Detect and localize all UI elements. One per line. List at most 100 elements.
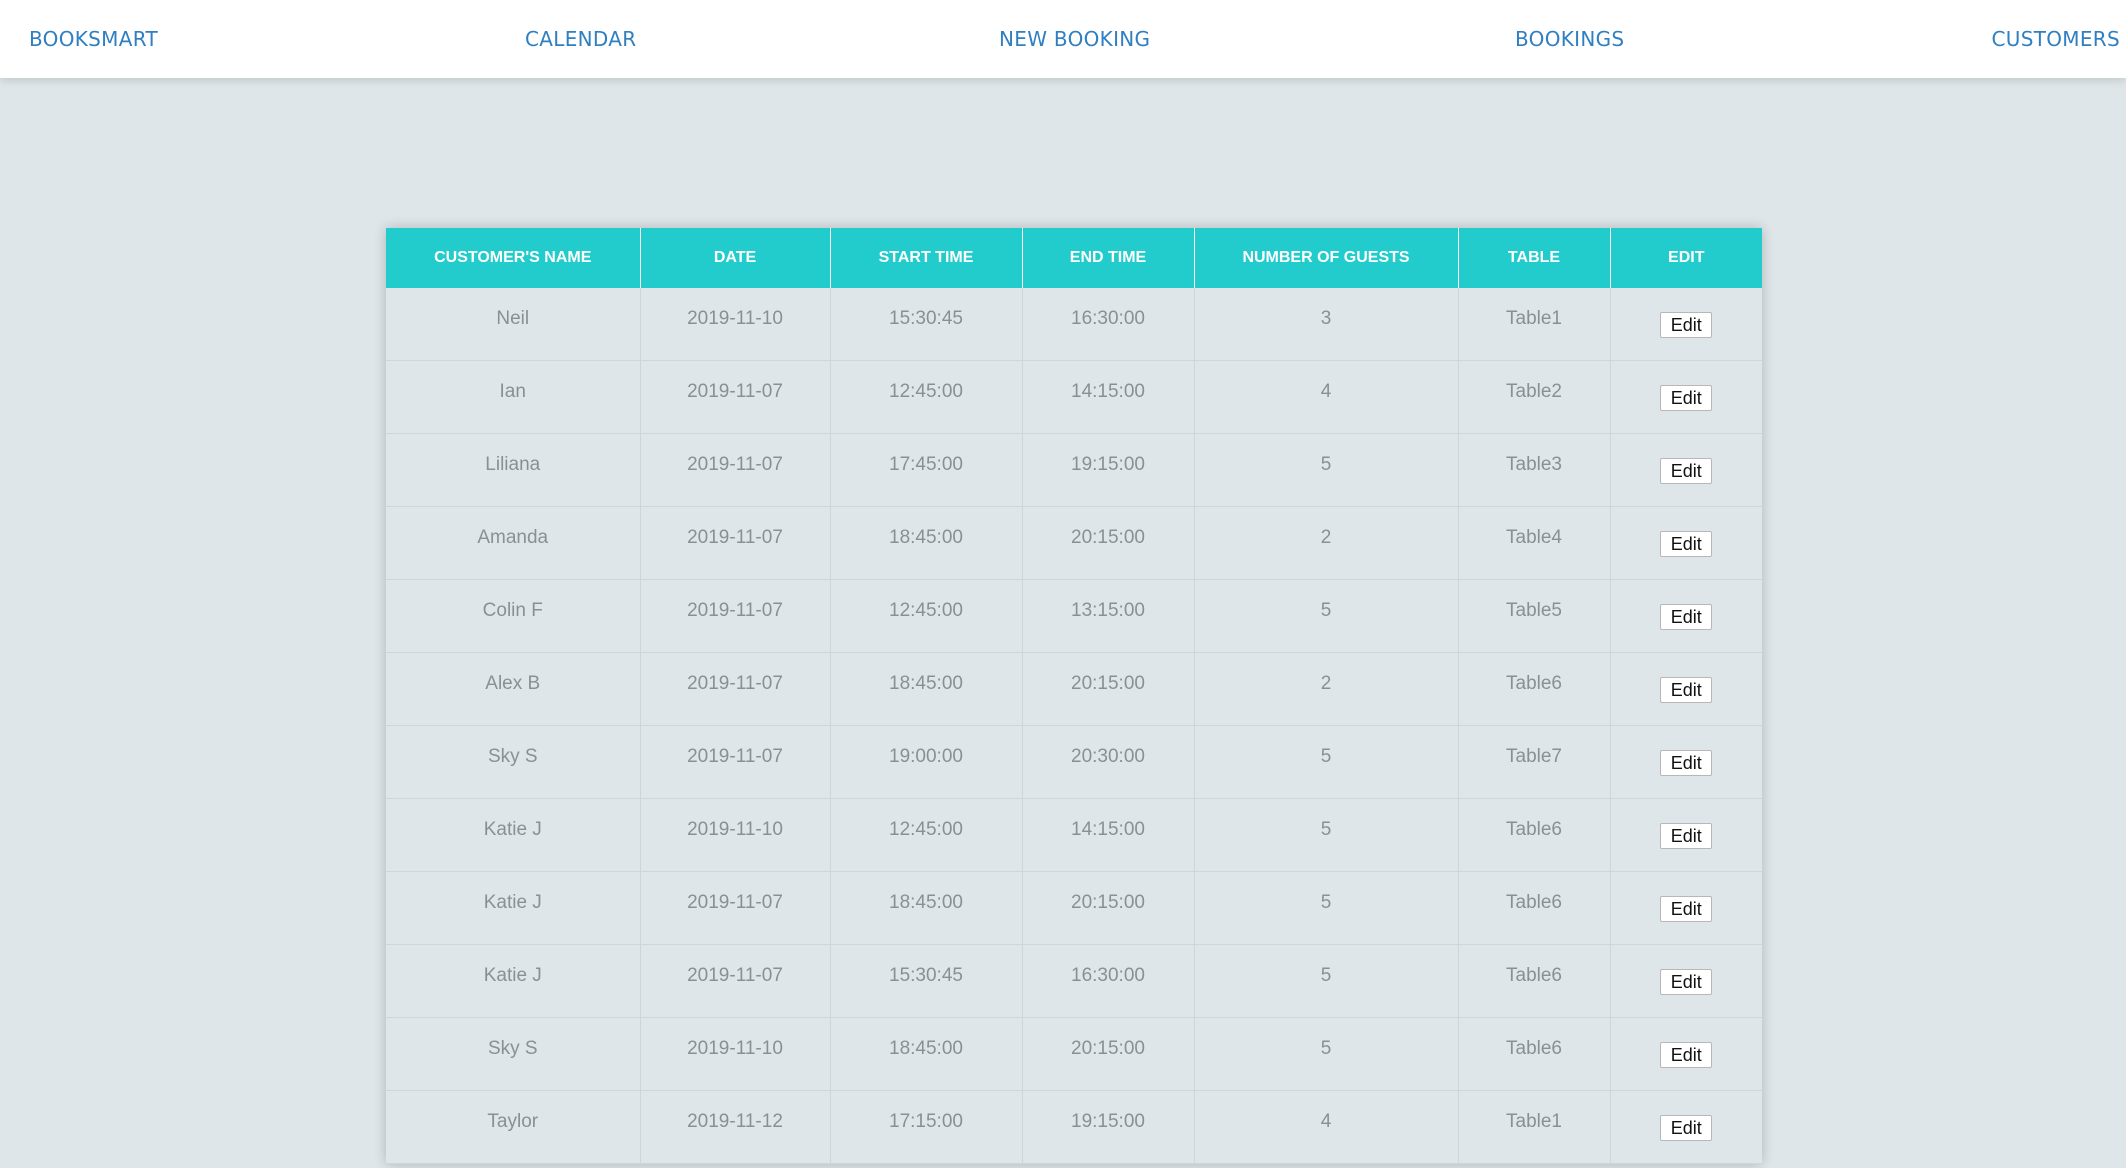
nav-calendar-link[interactable]: CALENDAR [525,26,636,52]
date-cell: 2019-11-07 [640,360,831,434]
edit-cell: Edit [1610,944,1762,1018]
start-time-cell: 18:45:00 [830,652,1023,726]
edit-button[interactable]: Edit [1660,458,1713,484]
customer-name-text: Amanda [477,527,549,548]
table-text: Table6 [1506,673,1562,694]
start-time-text: 12:45:00 [889,600,963,621]
customer-name-cell: Katie J [386,944,641,1018]
edit-button[interactable]: Edit [1660,1115,1713,1141]
table-cell: Table6 [1458,1017,1611,1091]
edit-button[interactable]: Edit [1660,312,1713,338]
start-time-text: 15:30:45 [889,308,963,329]
start-time-text: 15:30:45 [889,965,963,986]
end-time-cell: 16:30:00 [1022,288,1195,361]
bookings-table-container: CUSTOMER'S NAME DATE START TIME END TIME… [386,228,1762,1164]
date-text: 2019-11-12 [687,1111,783,1132]
header-start-time: START TIME [830,228,1023,288]
customer-name-text: Alex B [485,673,541,694]
start-time-cell: 12:45:00 [830,360,1023,434]
customer-name-cell: Ian [386,360,641,434]
nav-new-booking-link[interactable]: NEW BOOKING [999,26,1150,52]
edit-button[interactable]: Edit [1660,750,1713,776]
end-time-cell: 20:15:00 [1022,506,1195,580]
start-time-text: 17:15:00 [889,1111,963,1132]
end-time-text: 20:15:00 [1071,673,1145,694]
edit-cell: Edit [1610,1017,1762,1091]
edit-button[interactable]: Edit [1660,823,1713,849]
date-cell: 2019-11-07 [640,579,831,653]
start-time-text: 18:45:00 [889,527,963,548]
edit-cell: Edit [1610,360,1762,434]
table-cell: Table1 [1458,288,1611,361]
end-time-cell: 13:15:00 [1022,579,1195,653]
table-body: Neil 2019-11-10 15:30:45 16:30:00 3 Table1 Edi… [386,288,1762,1164]
table-row: Sky S 2019-11-07 19:00:00 20:30:00 5 Table7 Ed… [386,725,1762,799]
edit-button[interactable]: Edit [1660,385,1713,411]
end-time-cell: 20:30:00 [1022,725,1195,799]
guests-cell: 5 [1194,871,1459,945]
guests-text: 5 [1320,746,1332,767]
edit-button[interactable]: Edit [1660,896,1713,922]
edit-button[interactable]: Edit [1660,677,1713,703]
edit-cell: Edit [1610,433,1762,507]
edit-cell: Edit [1610,652,1762,726]
end-time-cell: 16:30:00 [1022,944,1195,1018]
customer-name-text: Liliana [485,454,541,475]
end-time-cell: 14:15:00 [1022,798,1195,872]
customer-name-text: Katie J [483,819,542,840]
table-row: Amanda 2019-11-07 18:45:00 20:15:00 2 Table4 E… [386,506,1762,580]
start-time-text: 18:45:00 [889,1038,963,1059]
end-time-cell: 19:15:00 [1022,433,1195,507]
table-cell: Table6 [1458,798,1611,872]
start-time-cell: 17:15:00 [830,1090,1023,1164]
start-time-cell: 18:45:00 [830,506,1023,580]
edit-cell: Edit [1610,579,1762,653]
header-table: TABLE [1458,228,1611,288]
customer-name-cell: Katie J [386,871,641,945]
start-time-cell: 18:45:00 [830,1017,1023,1091]
customer-name-text: Sky S [487,1038,538,1059]
end-time-cell: 20:15:00 [1022,652,1195,726]
start-time-cell: 12:45:00 [830,798,1023,872]
date-cell: 2019-11-10 [640,1017,831,1091]
start-time-text: 18:45:00 [889,892,963,913]
header-number-of-guests: NUMBER OF GUESTS [1194,228,1459,288]
date-cell: 2019-11-07 [640,433,831,507]
edit-button[interactable]: Edit [1660,604,1713,630]
end-time-text: 19:15:00 [1071,454,1145,475]
start-time-cell: 19:00:00 [830,725,1023,799]
edit-button[interactable]: Edit [1660,969,1713,995]
customer-name-cell: Sky S [386,1017,641,1091]
end-time-text: 13:15:00 [1071,600,1145,621]
edit-cell: Edit [1610,725,1762,799]
table-row: Colin F 2019-11-07 12:45:00 13:15:00 5 Table5… [386,579,1762,653]
guests-cell: 2 [1194,652,1459,726]
guests-text: 5 [1320,819,1332,840]
customer-name-cell: Taylor [386,1090,641,1164]
table-text: Table6 [1506,1038,1562,1059]
date-text: 2019-11-10 [687,1038,783,1059]
customer-name-text: Ian [499,381,526,402]
guests-cell: 5 [1194,579,1459,653]
nav-customers-link[interactable]: CUSTOMERS [1992,26,2120,52]
end-time-text: 14:15:00 [1071,381,1145,402]
nav-bookings-link[interactable]: BOOKINGS [1515,26,1624,52]
date-cell: 2019-11-12 [640,1090,831,1164]
edit-button[interactable]: Edit [1660,1042,1713,1068]
nav-brand-link[interactable]: BOOKSMART [29,26,158,52]
table-text: Table6 [1506,892,1562,913]
date-cell: 2019-11-07 [640,652,831,726]
customer-name-cell: Neil [386,288,641,361]
end-time-text: 16:30:00 [1071,308,1145,329]
edit-button[interactable]: Edit [1660,531,1713,557]
table-text: Table2 [1506,381,1562,402]
table-row: Ian 2019-11-07 12:45:00 14:15:00 4 Table2 Edit [386,360,1762,434]
customer-name-text: Katie J [483,965,542,986]
table-cell: Table6 [1458,871,1611,945]
edit-cell: Edit [1610,798,1762,872]
table-cell: Table3 [1458,433,1611,507]
guests-text: 4 [1320,1111,1332,1132]
date-cell: 2019-11-07 [640,944,831,1018]
table-text: Table3 [1506,454,1562,475]
date-cell: 2019-11-10 [640,798,831,872]
